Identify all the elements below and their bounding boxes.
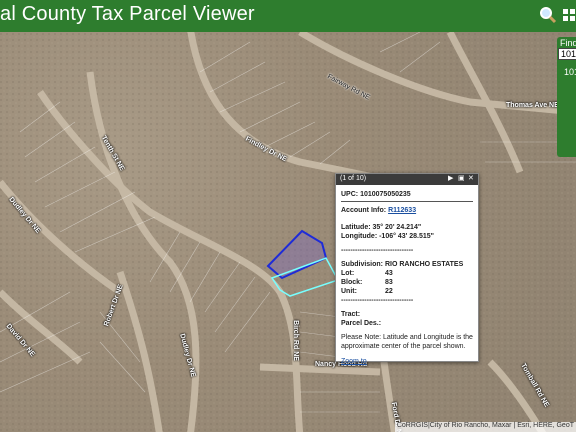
find-result[interactable]: 101 xyxy=(564,67,576,77)
longitude: Longitude: -106° 43' 28.515" xyxy=(341,233,434,240)
app-header: al County Tax Parcel Viewer xyxy=(0,0,576,32)
block-value: 83 xyxy=(385,279,393,286)
find-panel: Find 1010 101 xyxy=(557,37,576,157)
separator: ------------------------------- xyxy=(341,297,414,304)
parcel-des-label: Parcel Des.: xyxy=(341,320,382,327)
find-label: Find xyxy=(560,38,576,48)
account-link[interactable]: R112633 xyxy=(388,207,416,214)
find-input[interactable]: 1010 xyxy=(558,48,576,60)
account-label: Account Info: xyxy=(341,207,387,214)
lot-value: 43 xyxy=(385,270,393,277)
lot-label: Lot: xyxy=(341,270,355,277)
subdivision-label: Subdivision: xyxy=(341,261,383,268)
block-label: Block: xyxy=(341,279,363,286)
app-title: al County Tax Parcel Viewer xyxy=(0,3,255,25)
latitude: Latitude: 35° 20' 24.214" xyxy=(341,224,422,231)
parcel-map[interactable] xyxy=(0,32,576,432)
parcel-popup: (1 of 10) ▶ ▣ ✕ UPC: 1010075050235 Accou… xyxy=(335,173,479,365)
subdivision-value: RIO RANCHO ESTATES xyxy=(384,261,464,268)
unit-label: Unit: xyxy=(341,288,357,295)
map-attribution: CoRRGIS|City of Rio Rancho, Maxar | Esri… xyxy=(394,422,576,432)
grid-icon[interactable] xyxy=(562,6,576,24)
separator: ------------------------------- xyxy=(341,247,414,254)
next-icon[interactable]: ▶ xyxy=(448,174,453,182)
map-view[interactable]: Fairway Rd NE Thomas Ave NE Findley Dr N… xyxy=(0,32,576,432)
street-label: Thomas Ave NE xyxy=(506,102,559,109)
tract-label: Tract: xyxy=(341,311,361,318)
maximize-icon[interactable]: ▣ xyxy=(458,174,465,182)
street-label: Birch Rd NE xyxy=(291,320,299,361)
popup-body: UPC: 1010075050235 Account Info: R112633… xyxy=(336,185,478,369)
unit-value: 22 xyxy=(385,288,393,295)
upc-label: UPC: xyxy=(341,191,359,198)
upc-value: 1010075050235 xyxy=(360,191,411,198)
zoom-to-link[interactable]: Zoom to xyxy=(341,358,367,365)
popup-titlebar: (1 of 10) ▶ ▣ ✕ xyxy=(336,174,478,185)
search-icon[interactable] xyxy=(539,6,557,24)
popup-count: (1 of 10) xyxy=(340,175,367,182)
popup-note: Please Note: Latitude and Longitude is t… xyxy=(341,334,473,350)
close-icon[interactable]: ✕ xyxy=(468,174,474,182)
